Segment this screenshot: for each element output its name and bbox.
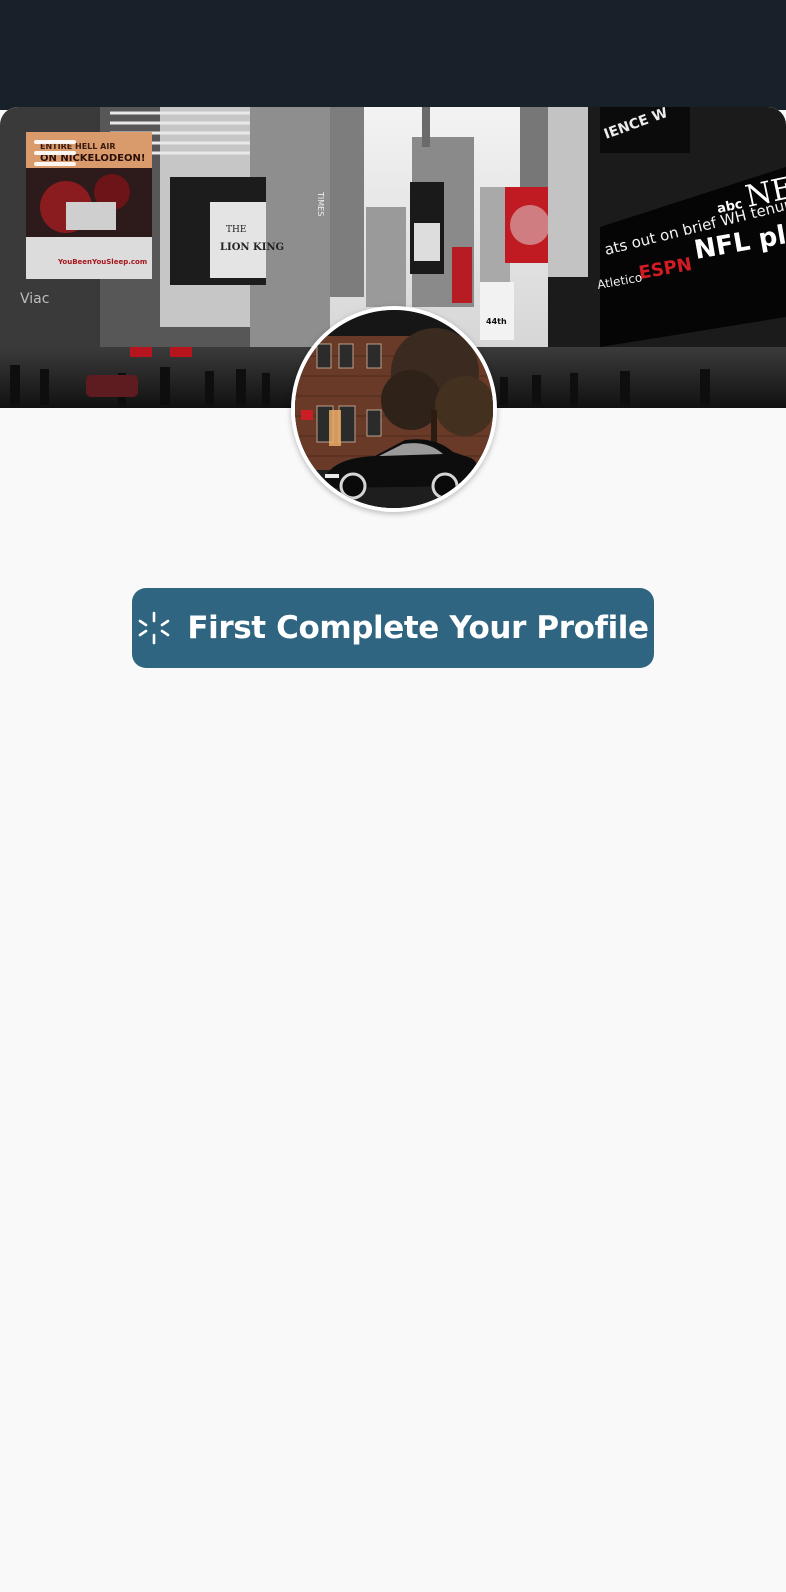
complete-profile-label: First Complete Your Profile	[187, 610, 649, 646]
app-header-bar	[0, 0, 786, 110]
menu-icon-bar	[34, 162, 76, 166]
menu-icon-bar	[34, 151, 76, 155]
sign-44th: 44th	[486, 317, 507, 326]
sign-lion-king: LION KING	[220, 242, 284, 253]
menu-icon[interactable]	[34, 140, 76, 166]
sign-viacom: Viac	[20, 291, 49, 307]
avatar-image	[295, 310, 493, 508]
spinner-icon	[139, 611, 170, 645]
complete-profile-button[interactable]: First Complete Your Profile	[132, 588, 654, 668]
menu-icon-bar	[34, 140, 76, 144]
sign-times: TIMES	[316, 191, 325, 216]
avatar[interactable]	[291, 306, 497, 512]
sign-the: THE	[226, 225, 246, 235]
sign-nick-url: YouBeenYouSleep.com	[57, 258, 147, 266]
